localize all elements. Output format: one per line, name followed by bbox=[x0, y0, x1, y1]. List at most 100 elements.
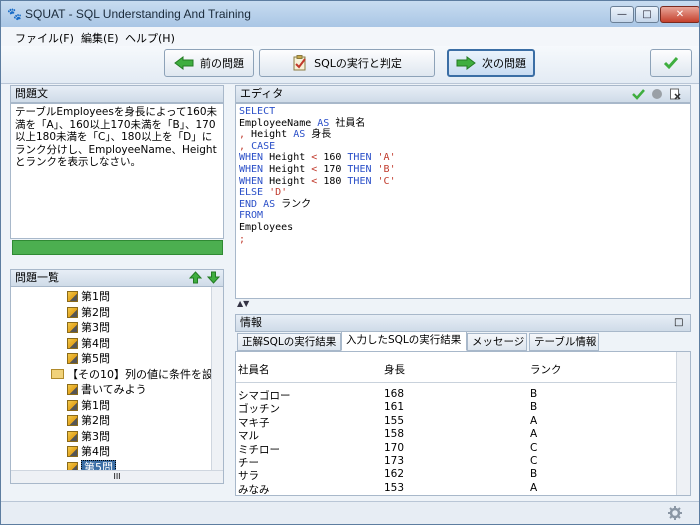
prev-problem-button[interactable]: 前の問題 bbox=[164, 49, 254, 77]
tree-item-label: 第3問 bbox=[81, 429, 110, 443]
tree-item[interactable]: 第2問 bbox=[67, 413, 110, 428]
tree-item-label: 書いてみよう bbox=[81, 383, 147, 396]
tree-item[interactable]: 第3問 bbox=[67, 320, 110, 335]
arrow-left-icon bbox=[174, 56, 194, 70]
problem-tree[interactable]: 第1問 第2問 第3問 第4問 第5問 【その10】列の値に条件を設定 書いてみよう 第1問第… bbox=[10, 286, 224, 484]
result-header: 社員名 身長 ランク bbox=[236, 352, 676, 383]
tab-correct-result[interactable]: 正解SQLの実行結果 bbox=[237, 333, 341, 351]
toolbar: 前の問題 SQLの実行と判定 次の問題 bbox=[1, 46, 699, 84]
minimize-button[interactable]: — bbox=[610, 6, 634, 23]
arrow-down-icon[interactable] bbox=[207, 271, 220, 284]
tree-item-label: 第3問 bbox=[81, 321, 110, 334]
editor-title: エディタ bbox=[240, 87, 284, 100]
tree-item[interactable]: 書いてみよう bbox=[67, 382, 147, 397]
table-cell: 170 bbox=[384, 441, 405, 454]
tree-item-label: 第2問 bbox=[81, 305, 110, 319]
problem-list-header: 問題一覧 bbox=[10, 269, 224, 287]
check-button[interactable] bbox=[650, 49, 692, 77]
tree-item-label: 【その10】列の値に条件を設定 bbox=[67, 367, 224, 381]
table-cell: 153 bbox=[384, 481, 405, 494]
tab-input-result[interactable]: 入力したSQLの実行結果 bbox=[341, 331, 467, 351]
tab-table-info[interactable]: テーブル情報 bbox=[529, 333, 599, 351]
checkmark-icon bbox=[663, 57, 679, 70]
pencil-icon bbox=[67, 306, 78, 318]
pencil-icon bbox=[67, 399, 78, 411]
info-header: 情報 □ bbox=[235, 314, 691, 332]
tree-item-label: 第2問 bbox=[81, 414, 110, 427]
pencil-icon bbox=[67, 291, 78, 302]
next-problem-label: 次の問題 bbox=[482, 57, 526, 70]
menu-file[interactable]: ファイル(F) bbox=[15, 30, 74, 46]
arrow-up-icon[interactable] bbox=[189, 271, 202, 284]
table-cell: 173 bbox=[384, 455, 405, 467]
tree-item[interactable]: 第5問 bbox=[67, 351, 110, 366]
tree-item-label: 第4問 bbox=[81, 336, 110, 350]
result-vertical-scrollbar[interactable] bbox=[676, 352, 690, 495]
tree-horizontal-scrollbar[interactable]: III bbox=[11, 470, 223, 483]
table-cell: 162 bbox=[384, 468, 405, 481]
table-cell: A bbox=[530, 414, 538, 427]
clipboard-check-icon bbox=[293, 55, 306, 71]
pencil-icon bbox=[67, 353, 78, 364]
table-cell: C bbox=[530, 455, 538, 467]
tree-item[interactable]: 第4問 bbox=[67, 336, 110, 351]
result-table: 社員名 身長 ランク シマゴロー 168 B ゴッチン 161 B マキ子 155 A マル 158… bbox=[235, 351, 691, 496]
stop-icon[interactable] bbox=[651, 88, 663, 100]
menu-help[interactable]: ヘルプ(H) bbox=[125, 30, 175, 46]
tree-item-label: 第1問 bbox=[81, 398, 110, 412]
table-cell: B bbox=[530, 388, 538, 400]
tree-item[interactable]: 第3問 bbox=[67, 429, 110, 444]
problem-text: テーブルEmployeesを身長によって160未満を「A」、160以上170未満… bbox=[10, 103, 224, 239]
pencil-icon bbox=[67, 446, 78, 457]
column-header[interactable]: 身長 bbox=[384, 362, 405, 377]
window-title: SQUAT - SQL Understanding And Training bbox=[25, 7, 251, 21]
maximize-panel-icon[interactable]: □ bbox=[674, 315, 683, 331]
maximize-button[interactable]: □ bbox=[635, 6, 659, 23]
splitter-arrows-icon[interactable]: ▲▼ bbox=[237, 299, 249, 308]
app-window: 🐾 SQUAT - SQL Understanding And Training… bbox=[0, 0, 700, 525]
column-header[interactable]: ランク bbox=[530, 362, 562, 377]
tree-item[interactable]: 第4問 bbox=[67, 444, 110, 459]
editor-header: エディタ bbox=[235, 85, 691, 103]
clear-document-icon[interactable] bbox=[669, 88, 681, 100]
scroll-grip: III bbox=[113, 472, 121, 481]
problem-header: 問題文 bbox=[10, 85, 224, 103]
pencil-icon bbox=[67, 337, 78, 349]
table-cell: A bbox=[530, 428, 538, 441]
pencil-icon bbox=[67, 322, 78, 333]
folder-icon bbox=[51, 368, 64, 379]
run-sql-button[interactable]: SQLの実行と判定 bbox=[259, 49, 435, 77]
tree-item-label: 第1問 bbox=[81, 290, 110, 303]
next-problem-button[interactable]: 次の問題 bbox=[447, 49, 535, 77]
paw-app-icon: 🐾 bbox=[7, 7, 22, 21]
title-bar[interactable]: 🐾 SQUAT - SQL Understanding And Training… bbox=[1, 1, 699, 27]
tree-item[interactable]: 第1問 bbox=[67, 289, 110, 304]
gear-icon[interactable] bbox=[667, 505, 683, 521]
arrow-right-icon bbox=[456, 56, 476, 70]
table-cell: A bbox=[530, 481, 538, 494]
info-title: 情報 bbox=[240, 316, 262, 329]
table-cell: C bbox=[530, 441, 538, 454]
tree-vertical-scrollbar[interactable] bbox=[211, 287, 223, 470]
tree-item[interactable]: 第2問 bbox=[67, 305, 110, 320]
tree-item[interactable]: 第1問 bbox=[67, 398, 110, 413]
table-cell: B bbox=[530, 468, 538, 481]
table-cell: 168 bbox=[384, 388, 405, 400]
tab-messages[interactable]: メッセージ bbox=[467, 333, 527, 351]
table-cell: B bbox=[530, 401, 538, 414]
editor-check-icon[interactable] bbox=[632, 88, 645, 100]
problem-list-title: 問題一覧 bbox=[15, 271, 59, 284]
run-sql-label: SQLの実行と判定 bbox=[314, 57, 402, 70]
close-button[interactable]: ✕ bbox=[660, 6, 699, 23]
menu-edit[interactable]: 編集(E) bbox=[81, 30, 119, 46]
menu-bar: ファイル(F) 編集(E) ヘルプ(H) bbox=[1, 27, 699, 47]
tree-item-label: 第5問 bbox=[81, 352, 110, 365]
tree-item-label: 第4問 bbox=[81, 445, 110, 458]
info-tabs: 正解SQLの実行結果 入力したSQLの実行結果 メッセージ テーブル情報 bbox=[235, 331, 691, 351]
tree-folder[interactable]: 【その10】列の値に条件を設定 bbox=[51, 367, 224, 382]
prev-problem-label: 前の問題 bbox=[200, 57, 244, 70]
column-header[interactable]: 社員名 bbox=[238, 362, 270, 377]
sql-editor[interactable]: SELECT EmployeeName AS 社員名 , Height AS 身… bbox=[235, 103, 691, 299]
table-cell: みなみ bbox=[238, 483, 270, 496]
table-cell: 155 bbox=[384, 414, 405, 427]
